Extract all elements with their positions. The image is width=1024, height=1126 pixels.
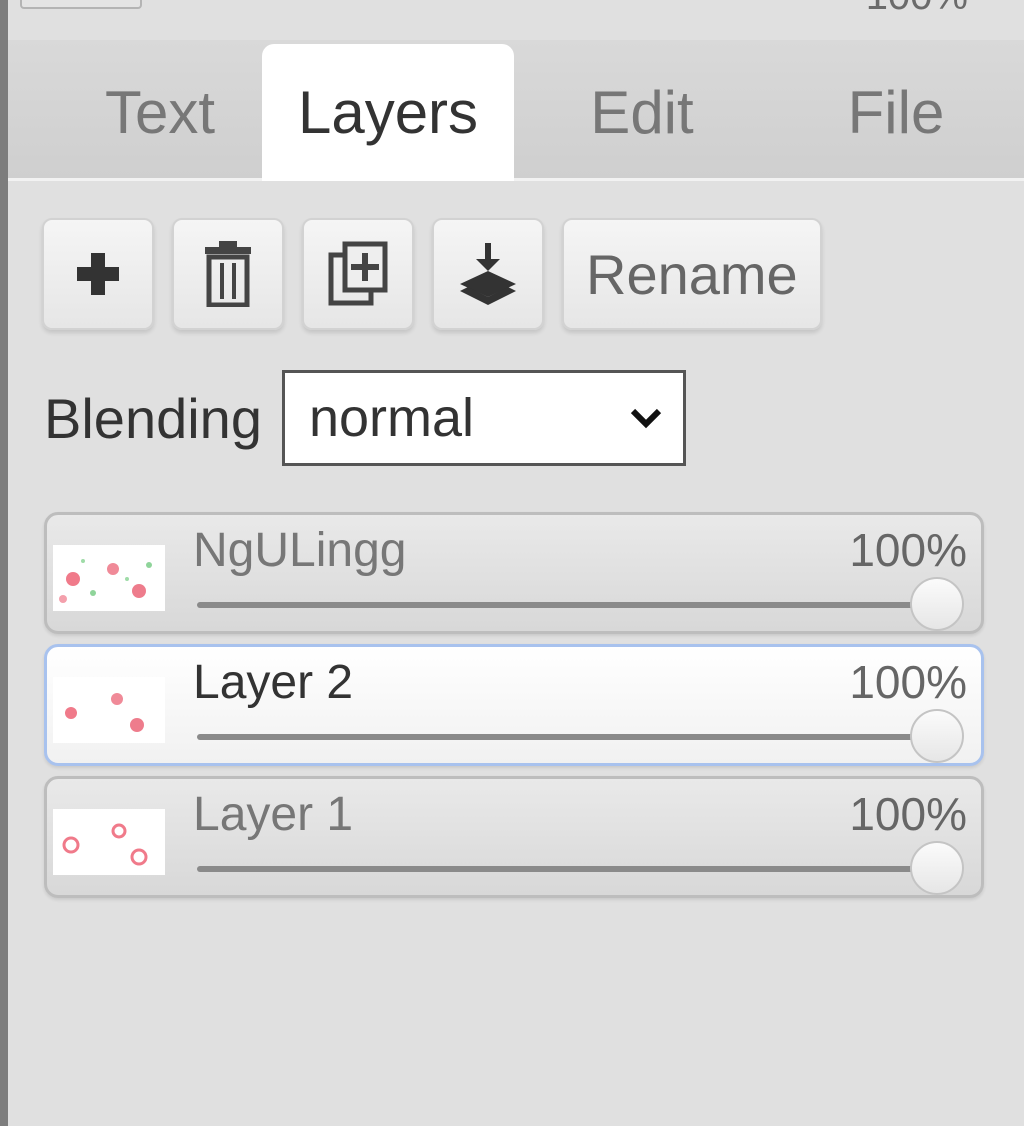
add-layer-button[interactable] (42, 218, 154, 330)
opacity-slider-handle[interactable] (910, 841, 964, 895)
merge-down-button[interactable] (432, 218, 544, 330)
opacity-slider-handle[interactable] (910, 577, 964, 631)
tab-text[interactable]: Text (50, 46, 270, 178)
merge-down-icon (460, 243, 516, 305)
zoom-readout: 100% (866, 0, 968, 19)
plus-icon (77, 253, 119, 295)
opacity-slider[interactable] (197, 709, 964, 763)
opacity-slider[interactable] (197, 577, 964, 631)
panel-left-border (0, 0, 8, 1126)
layer-item[interactable]: NgULingg 100% (44, 512, 984, 634)
layer-name: NgULingg (193, 524, 407, 577)
blending-label: Blending (44, 386, 262, 450)
layer-item[interactable]: Layer 1 100% (44, 776, 984, 898)
layer-thumbnail (53, 809, 165, 875)
blending-select[interactable]: normal (281, 370, 686, 466)
layer-name: Layer 1 (193, 788, 354, 841)
layer-item-selected[interactable]: Layer 2 100% (44, 644, 984, 766)
tab-layers[interactable]: Layers (262, 44, 514, 181)
tab-file[interactable]: File (786, 46, 1006, 178)
tab-bar: Text Layers Edit File (8, 40, 1024, 181)
top-input-box[interactable] (20, 0, 142, 9)
opacity-slider[interactable] (197, 841, 964, 895)
duplicate-icon (328, 241, 388, 306)
trash-icon (205, 241, 251, 307)
tab-edit[interactable]: Edit (532, 46, 752, 178)
blending-value: normal (308, 388, 475, 448)
rename-layer-button[interactable]: Rename (562, 218, 822, 330)
layer-opacity-value: 100% (849, 788, 967, 840)
layer-thumbnail (53, 545, 165, 611)
layer-opacity-value: 100% (849, 656, 967, 708)
delete-layer-button[interactable] (172, 218, 284, 330)
chevron-down-icon (630, 408, 662, 429)
blending-row: Blending normal (44, 370, 686, 466)
layer-toolbar: Rename (42, 218, 822, 330)
layer-thumbnail (53, 677, 165, 743)
layer-opacity-value: 100% (849, 524, 967, 576)
opacity-slider-handle[interactable] (910, 709, 964, 763)
duplicate-layer-button[interactable] (302, 218, 414, 330)
layer-name: Layer 2 (193, 656, 354, 709)
